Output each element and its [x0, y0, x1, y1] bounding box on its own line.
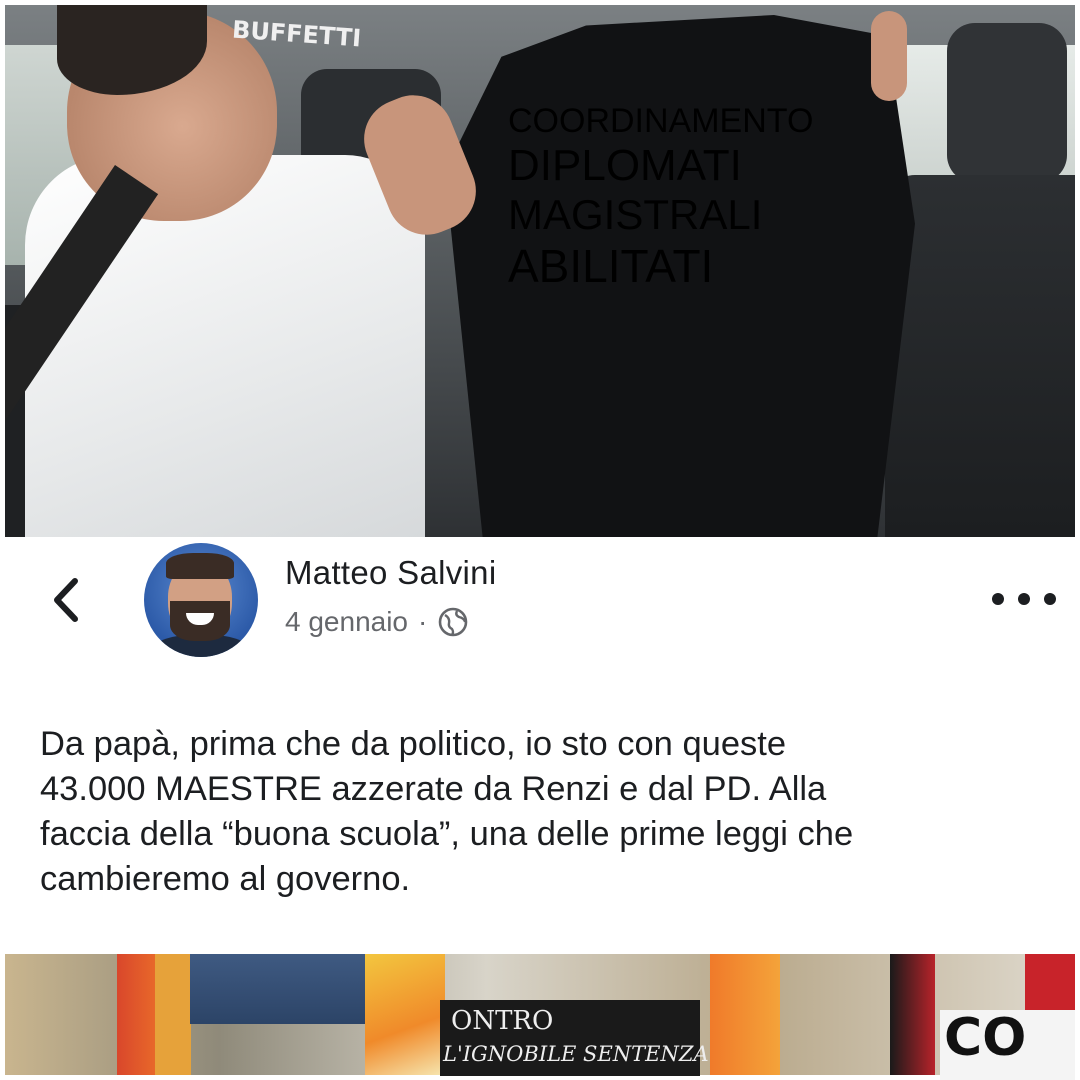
- tshirt-print: COORDINAMENTO DIPLOMATI MAGISTRALI ABILI…: [508, 102, 814, 293]
- orange-flag: [710, 954, 780, 1075]
- post-text-line: cambieremo al governo.: [40, 860, 411, 898]
- avatar-hair: [166, 553, 234, 579]
- globe-icon: [439, 607, 468, 637]
- protest-sign-text: CO: [944, 1008, 1027, 1068]
- back-button[interactable]: [48, 574, 84, 626]
- post-text-line: Da papà, prima che da politico, io sto c…: [40, 725, 787, 763]
- orange-flag: [155, 954, 191, 1075]
- more-options-icon: [992, 593, 1004, 605]
- banner-line: L'IGNOBILE SENTENZA: [443, 1042, 709, 1066]
- tshirt-line: ABILITATI: [508, 240, 714, 292]
- more-options-icon: [1044, 593, 1056, 605]
- tshirt-line: COORDINAMENTO: [508, 102, 814, 140]
- author-name[interactable]: Matteo Salvini: [285, 554, 496, 592]
- post-text-line: 43.000 MAESTRE azzerate da Renzi e dal P…: [40, 770, 827, 808]
- post-date[interactable]: 4 gennaio: [285, 606, 408, 638]
- yellow-flag: [365, 954, 445, 1075]
- tshirt-line: DIPLOMATI: [508, 141, 742, 190]
- chevron-left-icon: [54, 578, 78, 622]
- post-text-line: faccia della “buona scuola”, una delle p…: [40, 815, 854, 853]
- tshirt-line: MAGISTRALI: [508, 191, 763, 238]
- avatar[interactable]: [144, 543, 258, 657]
- more-options-button[interactable]: [992, 586, 1056, 612]
- headrest: [947, 23, 1067, 183]
- post-text: Da papà, prima che da politico, io sto c…: [40, 722, 1050, 902]
- red-black-flag: [890, 954, 935, 1075]
- post-meta: 4 gennaio ·: [285, 606, 469, 638]
- banner-line: ONTRO: [451, 1006, 554, 1036]
- meta-separator: ·: [418, 606, 428, 637]
- more-options-icon: [1018, 593, 1030, 605]
- holding-hand: [871, 11, 907, 101]
